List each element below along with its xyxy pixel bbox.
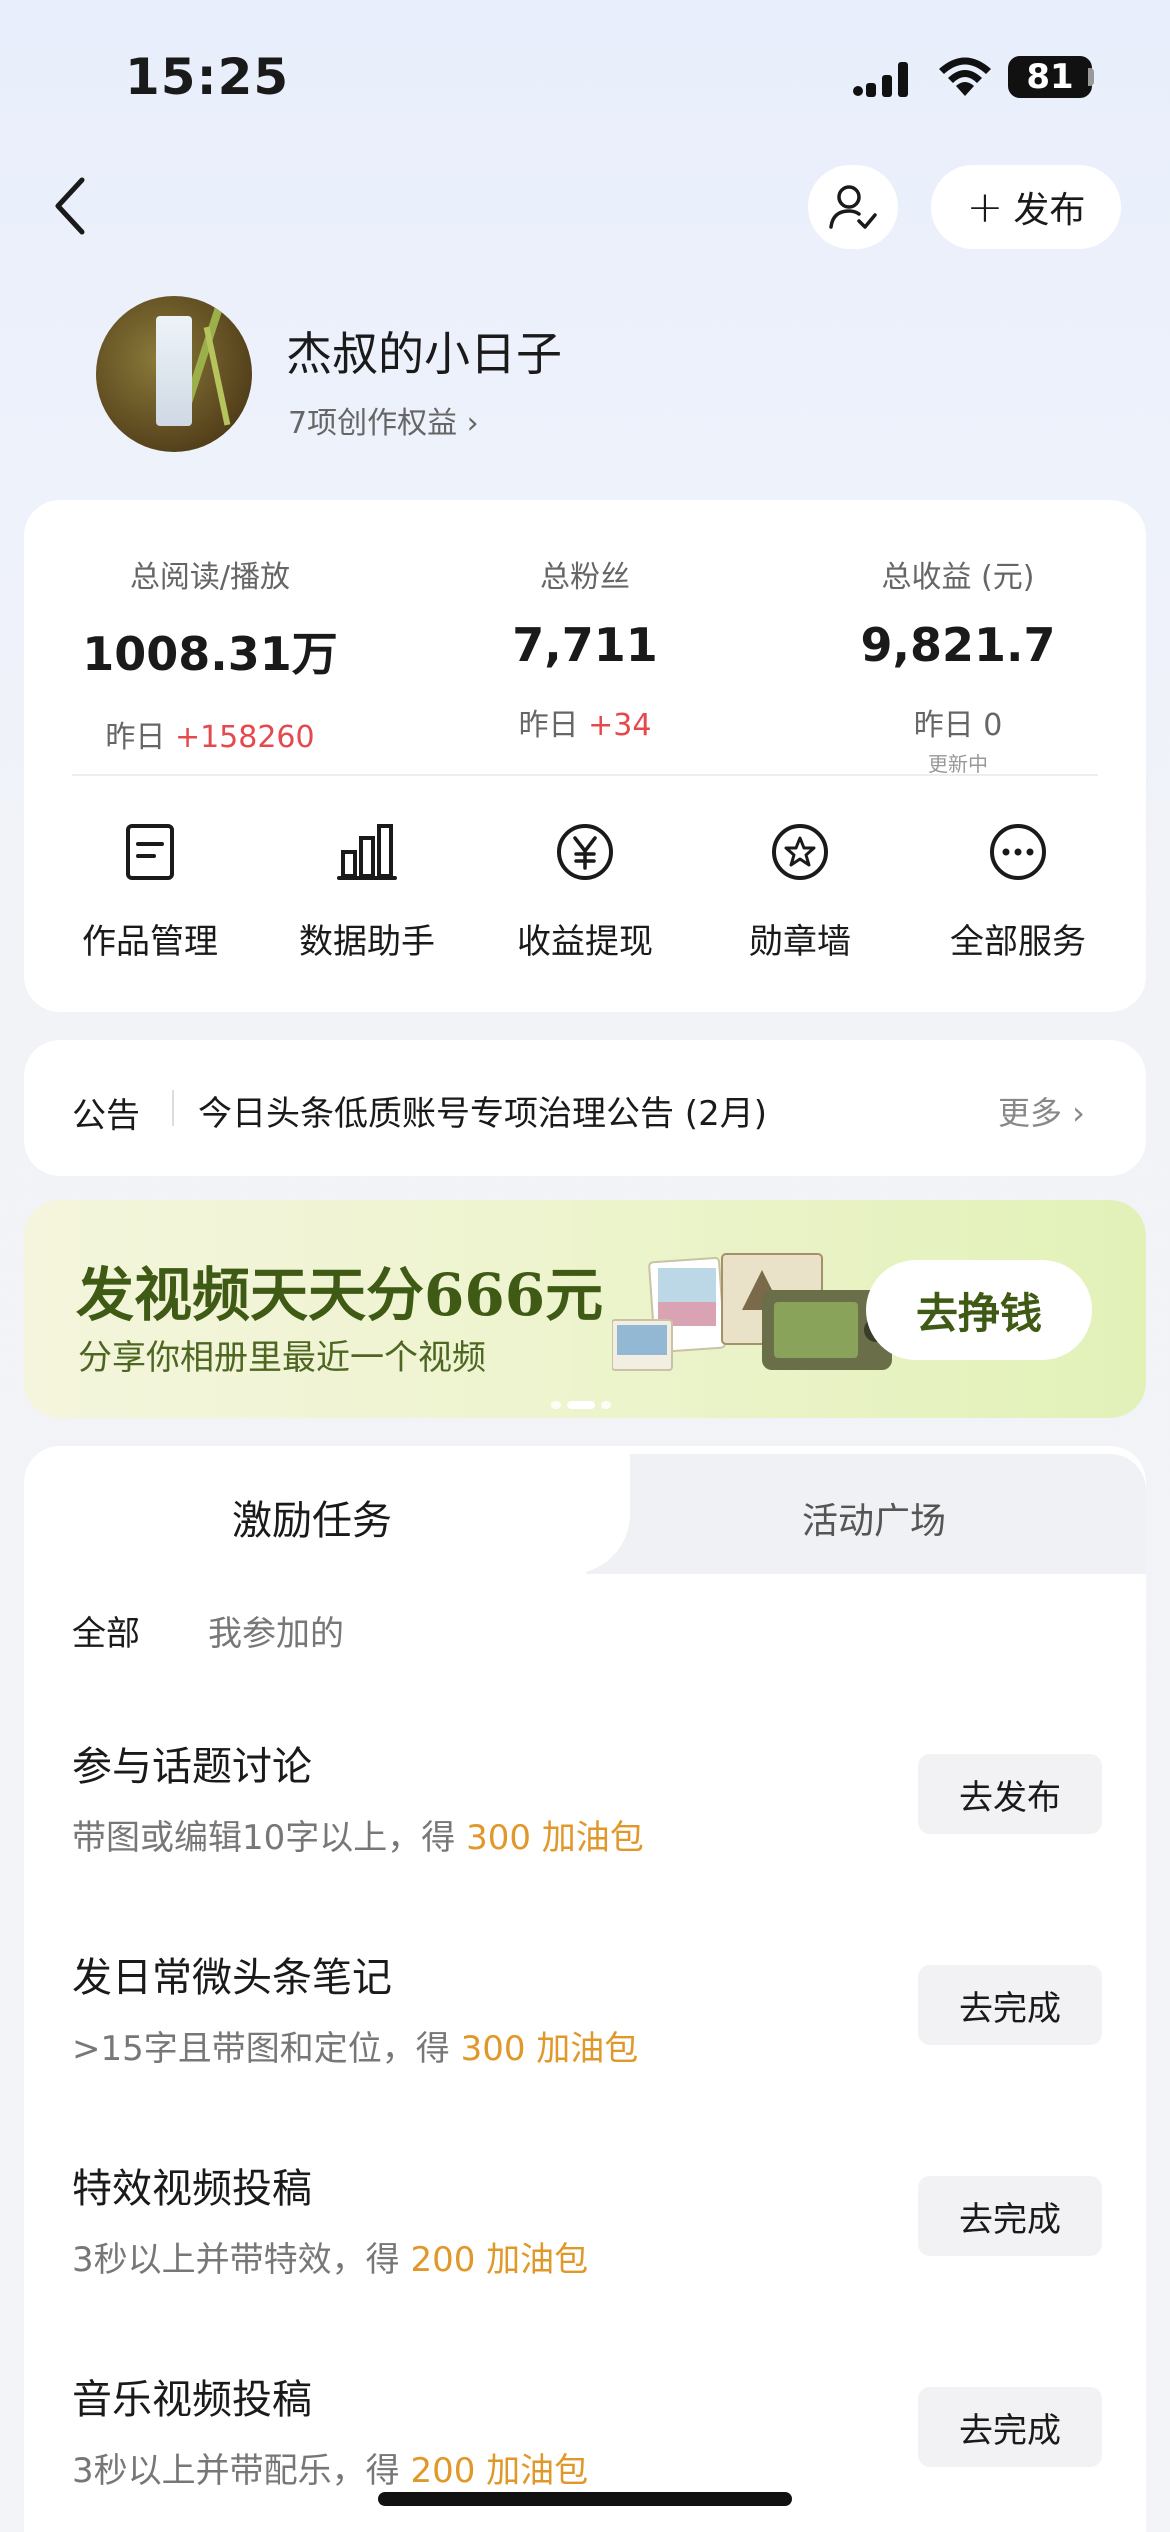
camera-photos-illustration <box>612 1253 892 1371</box>
more-icon <box>990 824 1046 880</box>
medal-icon <box>772 824 828 880</box>
stat-label: 总粉丝 <box>540 560 630 595</box>
task-action-button[interactable]: 去完成 <box>918 2387 1102 2467</box>
document-icon <box>126 824 174 880</box>
task-item: 特效视频投稿 3秒以上并带特效，得 200 加油包 去完成 <box>72 2156 1102 2286</box>
stat-value: 7,711 <box>512 618 658 672</box>
service-label: 数据助手 <box>299 922 435 962</box>
battery-cap <box>1088 68 1094 86</box>
task-item: 音乐视频投稿 3秒以上并带配乐，得 200 加油包 去完成 <box>72 2367 1102 2497</box>
service-label: 勋章墙 <box>749 922 851 962</box>
banner-subtitle: 分享你相册里最近一个视频 <box>78 1338 486 1378</box>
service-all-services[interactable]: 全部服务 <box>918 820 1118 963</box>
service-label: 收益提现 <box>517 922 653 962</box>
status-time: 15:25 <box>125 48 290 106</box>
banner-title: 发视频天天分666元 <box>76 1261 604 1329</box>
tab-incentive-tasks[interactable]: 激励任务 <box>232 1488 392 1546</box>
service-works-management[interactable]: 作品管理 <box>50 820 250 963</box>
home-indicator[interactable] <box>378 2492 792 2506</box>
carousel-dot <box>601 1401 611 1409</box>
carousel-dot-active <box>567 1401 595 1409</box>
stat-value: 1008.31万 <box>82 627 338 681</box>
cellular-signal-icon <box>853 62 908 97</box>
task-action-button[interactable]: 去完成 <box>918 1965 1102 2045</box>
plus-icon: + <box>966 181 1004 233</box>
publish-label: 发布 <box>1013 190 1086 231</box>
battery-indicator: 81 <box>1008 56 1092 98</box>
task-reward: 300 加油包 <box>466 1818 644 1858</box>
stat-delta: 昨日 0 <box>913 708 1003 743</box>
stat-updating-note: 更新中 <box>928 752 988 776</box>
user-check-icon <box>829 185 877 229</box>
stat-value: 9,821.7 <box>860 618 1056 672</box>
notice-divider <box>172 1090 174 1126</box>
service-income-withdraw[interactable]: 收益提现 <box>485 820 685 963</box>
service-label: 全部服务 <box>950 922 1086 962</box>
bar-chart-icon <box>337 824 397 880</box>
task-action-button[interactable]: 去完成 <box>918 2176 1102 2256</box>
yen-icon <box>557 824 613 880</box>
task-item: 发日常微头条笔记 >15字且带图和定位，得 300 加油包 去完成 <box>72 1945 1102 2075</box>
wifi-icon <box>939 57 991 96</box>
service-label: 作品管理 <box>82 922 218 962</box>
notice-tag: 公告 <box>72 1096 140 1136</box>
filter-joined[interactable]: 我参加的 <box>208 1606 344 1655</box>
stat-total-fans[interactable]: 总粉丝 7,711 昨日 +34 <box>435 552 735 744</box>
earn-money-button[interactable]: 去挣钱 <box>866 1260 1092 1360</box>
user-settings-button[interactable] <box>808 165 898 249</box>
notice-more-link[interactable]: 更多 › <box>998 1088 1085 1134</box>
stat-delta: 昨日 +158260 <box>105 720 315 755</box>
task-action-button[interactable]: 去发布 <box>918 1754 1102 1834</box>
carousel-dots <box>548 1394 614 1413</box>
service-data-assistant[interactable]: 数据助手 <box>267 820 467 963</box>
carousel-dot <box>551 1401 561 1409</box>
stat-total-reads[interactable]: 总阅读/播放 1008.31万 昨日 +158260 <box>60 552 360 756</box>
creator-benefits-link[interactable]: 7项创作权益 › <box>288 398 479 442</box>
stat-delta: 昨日 +34 <box>518 708 652 743</box>
divider <box>72 774 1098 776</box>
filter-all[interactable]: 全部 <box>72 1606 140 1655</box>
service-medal-wall[interactable]: 勋章墙 <box>700 820 900 963</box>
avatar[interactable] <box>96 296 252 452</box>
back-icon[interactable] <box>44 170 96 242</box>
task-reward: 200 加油包 <box>410 2240 589 2280</box>
stat-label: 总阅读/播放 <box>129 560 291 595</box>
publish-button[interactable]: + 发布 <box>931 165 1121 249</box>
stat-total-income[interactable]: 总收益 (元) 9,821.7 昨日 0 更新中 <box>808 552 1108 777</box>
notice-text[interactable]: 今日头条低质账号专项治理公告 (2月) <box>198 1086 767 1135</box>
username[interactable]: 杰叔的小日子 <box>286 318 562 384</box>
task-item: 参与话题讨论 带图或编辑10字以上，得 300 加油包 去发布 <box>72 1734 1102 1864</box>
tab-activity-plaza[interactable]: 活动广场 <box>802 1492 946 1544</box>
task-reward: 300 加油包 <box>460 2029 639 2069</box>
task-reward: 200 加油包 <box>410 2451 589 2491</box>
stat-label: 总收益 (元) <box>881 560 1035 595</box>
